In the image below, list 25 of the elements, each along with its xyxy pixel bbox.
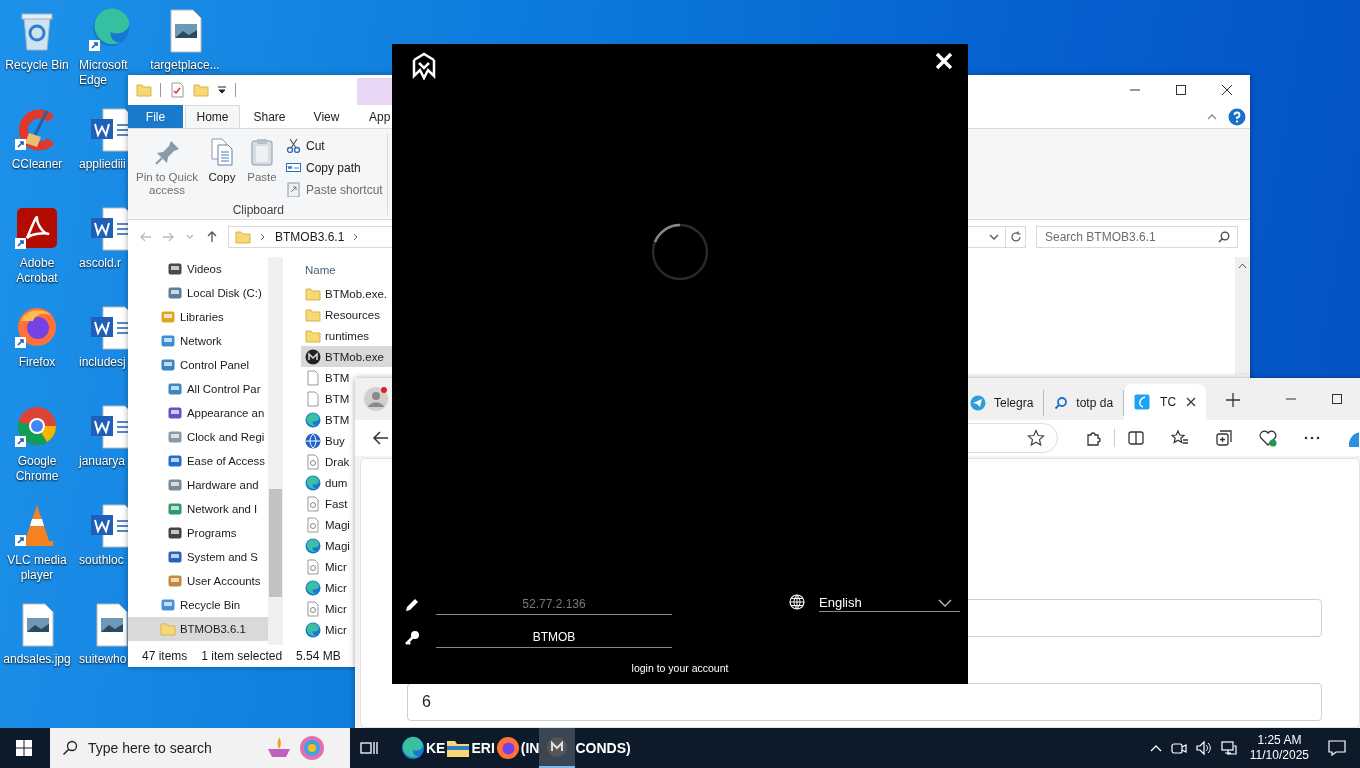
clock-time: 1:25 AM (1257, 733, 1302, 748)
desktop-icon-label: CCleaner (11, 157, 63, 172)
desktop-icon-label: appliediii (79, 157, 126, 172)
desktop-icon-label: andsales.jpg (3, 652, 71, 667)
desktop-icon-label: Adobe Acrobat (15, 256, 59, 286)
desktop-icon-label: Firefox (18, 355, 56, 370)
taskbar-label: (IN (520, 740, 540, 756)
desktop-icon-label: VLC media player (6, 553, 68, 583)
desktop-icon-label: southloc (79, 553, 124, 568)
desktop-icon-label: suitewho (79, 652, 127, 667)
status-text: 5.54 MB (296, 649, 341, 663)
desktop-icon-label: targetplace... (150, 58, 220, 73)
desktop-icon-label: Recycle Bin (5, 58, 69, 73)
status-text: 1 item selected (201, 649, 283, 663)
desktop-icon-label: Microsoft Edge (79, 58, 129, 88)
desktop-icon-label: januarya (79, 454, 126, 469)
desktop-icon-label: includesj (79, 355, 126, 370)
desktop-icon-label: Google Chrome (14, 454, 60, 484)
clock-date: 11/10/2025 (1249, 748, 1309, 763)
taskbar-label: KE (426, 740, 446, 756)
taskbar-label: CONDS) (575, 740, 631, 756)
group-label: Clipboard (232, 202, 285, 217)
desktop-icon-label: ascold.r (79, 256, 122, 271)
status-text: 47 items (142, 649, 188, 663)
taskbar-label: ERI (471, 740, 495, 756)
